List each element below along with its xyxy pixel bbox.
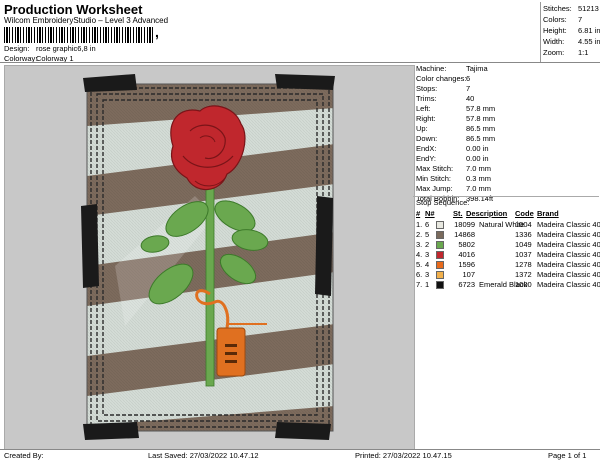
stop-cell-n: 3 xyxy=(425,250,430,259)
last-saved: Last Saved: 27/03/2022 10.47.12 xyxy=(148,451,259,460)
stop-cell-n: 4 xyxy=(425,260,430,269)
barcode xyxy=(4,27,154,43)
stop-cell-n: 1 xyxy=(425,280,430,289)
stop-cell-num: 4. xyxy=(416,250,423,259)
col-header-st: St. xyxy=(453,209,463,218)
stop-cell-st: 18099 xyxy=(454,220,475,229)
stop-cell-n: 5 xyxy=(425,230,430,239)
stop-cell-code: 1372 xyxy=(515,270,532,279)
stop-cell-n: 6 xyxy=(425,220,430,229)
color-swatch xyxy=(436,231,444,239)
stop-cell-num: 6. xyxy=(416,270,423,279)
stop-cell-num: 2. xyxy=(416,230,423,239)
col-header-desc: Description xyxy=(466,209,508,218)
page-title: Production Worksheet xyxy=(4,2,143,17)
color-swatch xyxy=(436,281,444,289)
stop-cell-brand: Madeira Classic 40 xyxy=(537,230,600,239)
stop-cell-st: 1596 xyxy=(458,260,475,269)
footer-divider xyxy=(0,449,600,450)
stop-sequence-table: # N# St. Description Code Brand 1. 6 18099… xyxy=(413,207,600,289)
panel-divider xyxy=(413,196,599,197)
info-row: Machine: Tajima xyxy=(416,64,488,73)
created-by: Created By: xyxy=(4,451,44,460)
info-row: Max Stitch: 7.0 mm xyxy=(416,164,492,173)
col-header-num: # xyxy=(416,209,421,218)
stop-cell-code: 1049 xyxy=(515,240,532,249)
printed-date: Printed: 27/03/2022 10.47.15 xyxy=(355,451,452,460)
stop-cell-n: 3 xyxy=(425,270,430,279)
design-preview xyxy=(4,65,415,450)
col-header-n: N# xyxy=(425,209,435,218)
stop-cell-num: 5. xyxy=(416,260,423,269)
stop-cell-code: 1037 xyxy=(515,250,532,259)
info-row: Trims: 40 xyxy=(416,94,475,103)
stop-cell-brand: Madeira Classic 40 xyxy=(537,260,600,269)
stop-cell-st: 4016 xyxy=(458,250,475,259)
summary-box: Stitches: 51213 Colors: 7 Height: 6.81 in W… xyxy=(540,2,600,63)
color-swatch xyxy=(436,241,444,249)
color-swatch xyxy=(436,271,444,279)
info-row: Left: 57.8 mm xyxy=(416,104,496,113)
color-swatch xyxy=(436,261,444,269)
info-row: Up: 86.5 mm xyxy=(416,124,496,133)
stop-cell-brand: Madeira Classic 40 xyxy=(537,240,600,249)
summary-colors: Colors: 7 xyxy=(543,15,583,24)
col-header-code: Code xyxy=(515,209,534,218)
barcode-suffix: , xyxy=(155,24,159,40)
stop-cell-brand: Madeira Classic 40 xyxy=(537,250,600,259)
stop-cell-code: 1336 xyxy=(515,230,532,239)
color-swatch xyxy=(436,221,444,229)
info-row: Max Jump: 7.0 mm xyxy=(416,184,492,193)
rose-stem xyxy=(205,185,215,387)
page-number: Page 1 of 1 xyxy=(548,451,587,460)
design-label: Design: xyxy=(4,44,30,53)
info-row: Stops: 7 xyxy=(416,84,471,93)
embroidery-graphic xyxy=(81,74,335,440)
summary-stitches: Stitches: 51213 xyxy=(543,4,599,13)
design-value: rose graphic6,8 in xyxy=(36,44,96,53)
stop-cell-code: 1278 xyxy=(515,260,532,269)
summary-zoom: Zoom: 1:1 xyxy=(543,48,589,57)
stop-cell-code: 1004 xyxy=(515,220,532,229)
stop-cell-st: 5802 xyxy=(458,240,475,249)
summary-width: Width: 4.55 in xyxy=(543,37,600,46)
info-row: Color changes: 6 xyxy=(416,74,471,83)
stop-cell-brand: Madeira Classic 40 xyxy=(537,280,600,289)
color-swatch xyxy=(436,251,444,259)
info-row: Right: 57.8 mm xyxy=(416,114,496,123)
software-subtitle: Wilcom EmbroideryStudio – Level 3 Advanc… xyxy=(4,16,169,25)
info-row: EndX: 0.00 in xyxy=(416,144,489,153)
stop-cell-st: 6723 xyxy=(458,280,475,289)
col-header-brand: Brand xyxy=(537,209,559,218)
info-row: Down: 86.5 mm xyxy=(416,134,496,143)
info-row: Min Stitch: 0.3 mm xyxy=(416,174,492,183)
stop-cell-brand: Madeira Classic 40 xyxy=(537,270,600,279)
stop-cell-num: 3. xyxy=(416,240,423,249)
machine-info-panel: Machine: Tajima Color changes: 6 Stops: 7 T… xyxy=(413,62,599,203)
stop-cell-st: 14868 xyxy=(454,230,475,239)
stop-cell-n: 2 xyxy=(425,240,430,249)
summary-height: Height: 6.81 in xyxy=(543,26,600,35)
stop-cell-num: 1. xyxy=(416,220,423,229)
info-row: EndY: 0.00 in xyxy=(416,154,489,163)
stop-cell-code: 1000 xyxy=(515,280,532,289)
stop-cell-num: 7. xyxy=(416,280,423,289)
stop-cell-st: 107 xyxy=(462,270,475,279)
stop-sequence-title: Stop Sequence: xyxy=(416,198,470,207)
stop-cell-brand: Madeira Classic 40 xyxy=(537,220,600,229)
